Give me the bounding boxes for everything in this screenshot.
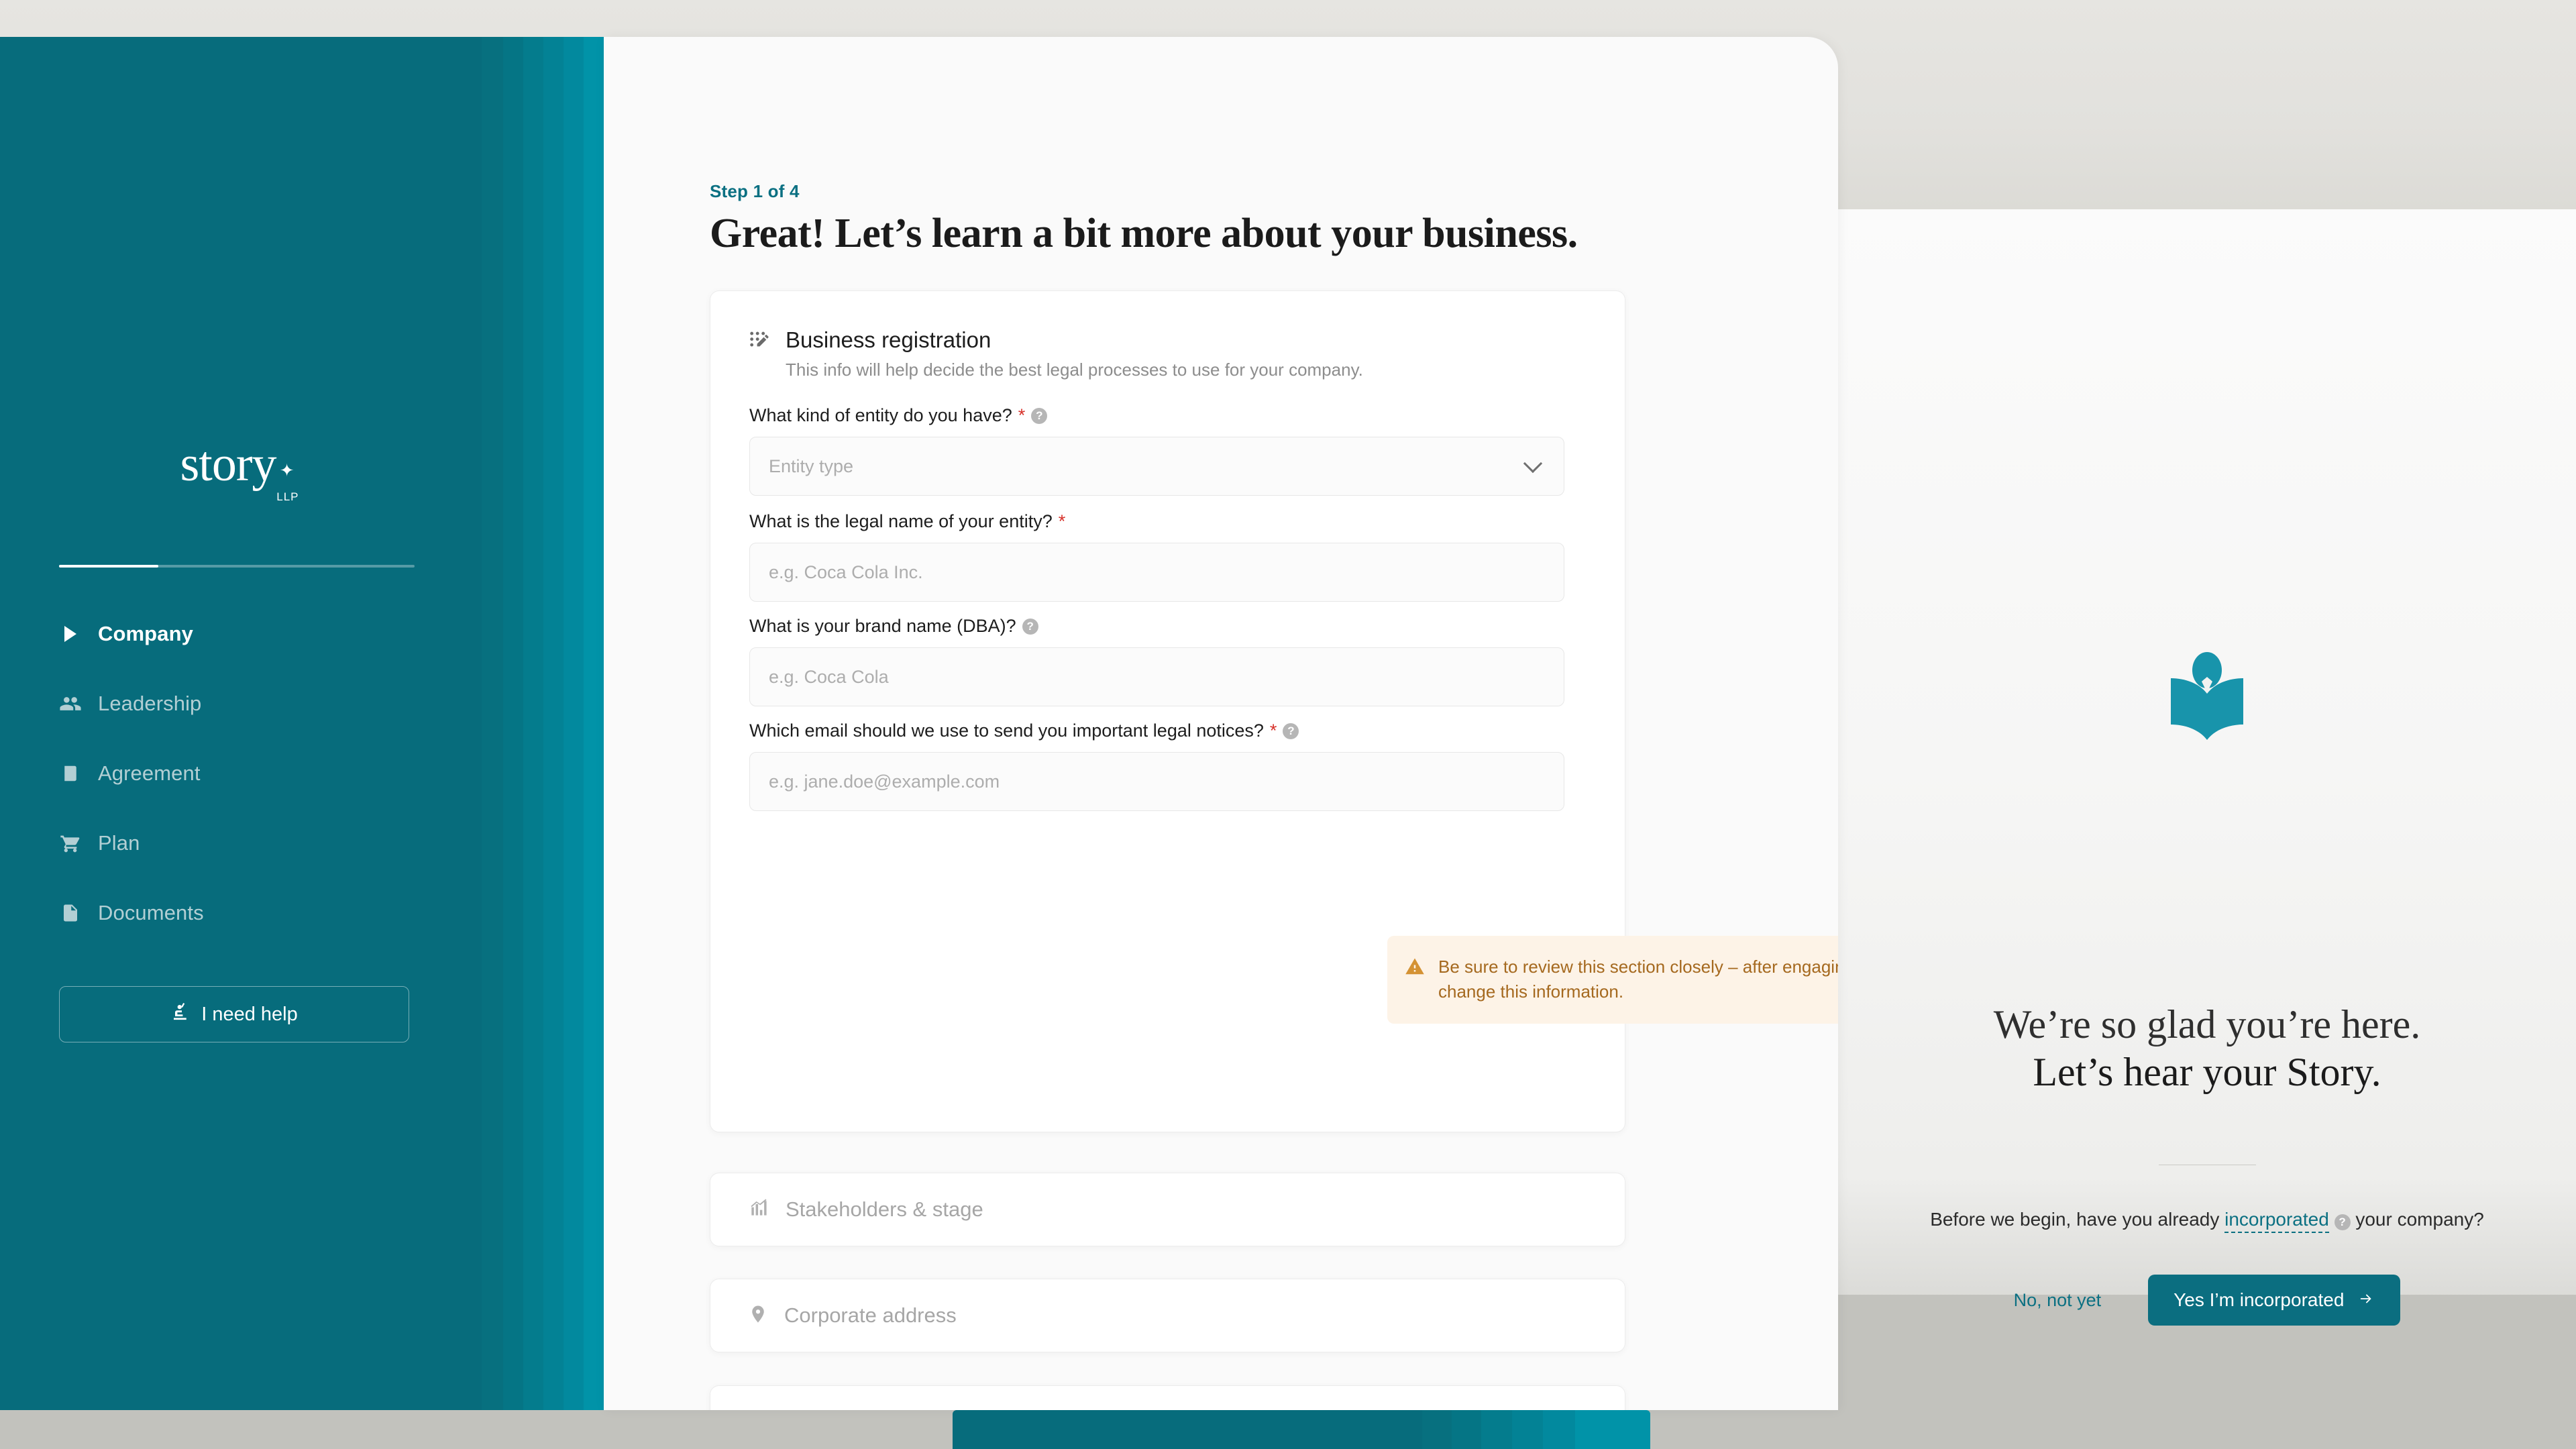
question-mark-icon[interactable]: ? (2334, 1214, 2351, 1230)
field-label-text: What is your brand name (DBA)? (749, 616, 1016, 636)
next-step-peek-bar (953, 1410, 1650, 1449)
sidebar-item-company[interactable]: Company (59, 614, 421, 654)
sidebar-item-label: Leadership (98, 692, 202, 715)
sidebar-item-label: Agreement (98, 761, 201, 785)
document-lines-icon (59, 762, 82, 785)
chevron-down-icon (1523, 453, 1543, 474)
field-label: Which email should we use to send you im… (749, 720, 1588, 741)
question-mark-icon[interactable]: ? (1031, 407, 1048, 424)
sidebar-item-leadership[interactable]: Leadership (59, 684, 421, 724)
main-panel: Step 1 of 4 Great! Let’s learn a bit mor… (604, 37, 1838, 1410)
hero-panel: We’re so glad you’re here. Let’s hear yo… (1838, 209, 2576, 1449)
shopping-cart-icon (59, 832, 82, 855)
legal-warning-alert: Be sure to review this section closely –… (1387, 936, 1838, 1024)
field-label: What kind of entity do you have? * ? (749, 405, 1588, 426)
sparkle-icon: ✦ (279, 461, 294, 480)
yes-incorporated-button[interactable]: Yes I’m incorporated (2148, 1275, 2401, 1326)
sidebar-item-label: Documents (98, 901, 204, 924)
sidebar-item-label: Company (98, 622, 193, 645)
onboarding-progress-bar (59, 565, 415, 568)
entity-type-select[interactable]: Entity type (749, 437, 1564, 496)
hero-question-suffix: your company? (2350, 1209, 2484, 1230)
warning-triangle-icon (1405, 955, 1425, 1005)
section-corporate-address[interactable]: Corporate address (710, 1279, 1625, 1352)
sidebar-item-agreement[interactable]: Agreement (59, 753, 421, 794)
email-placeholder: e.g. jane.doe@example.com (769, 771, 1000, 792)
hero-heading: We’re so glad you’re here. Let’s hear yo… (1838, 1001, 2576, 1096)
section-company-profile[interactable]: Company profile (710, 1385, 1625, 1410)
entity-type-placeholder: Entity type (769, 455, 854, 476)
question-mark-icon[interactable]: ? (1022, 618, 1038, 635)
raise-hand-icon (170, 1002, 191, 1027)
arrow-right-icon (2357, 1289, 2375, 1311)
app-root: story ✦ LLP Company Leadership Agreement… (0, 0, 2576, 1449)
yes-incorporated-label: Yes I’m incorporated (2174, 1289, 2345, 1310)
field-entity-type: What kind of entity do you have? * ? Ent… (749, 405, 1588, 496)
i-need-help-label: I need help (201, 1003, 298, 1025)
open-book-person-icon (1838, 652, 2576, 751)
question-mark-icon[interactable]: ? (1283, 722, 1299, 739)
card-title: Business registration (786, 327, 991, 352)
sidebar-item-documents[interactable]: Documents (59, 893, 421, 933)
section-label: Stakeholders & stage (786, 1197, 983, 1221)
field-label-text: What kind of entity do you have? (749, 405, 1012, 425)
field-label-text: What is the legal name of your entity? (749, 511, 1053, 531)
incorporated-link[interactable]: incorporated (2224, 1209, 2329, 1233)
hero-question: Before we begin, have you already incorp… (1808, 1209, 2576, 1233)
brand-logo: story ✦ LLP (0, 437, 456, 502)
map-pin-icon (748, 1304, 768, 1328)
chart-up-icon (748, 1197, 769, 1222)
sidebar-item-label: Plan (98, 831, 140, 855)
brand-wordmark: story (180, 437, 277, 492)
step-indicator: Step 1 of 4 (710, 181, 800, 201)
sidebar-gradient-stripes (456, 37, 604, 1410)
section-label: Corporate address (784, 1303, 957, 1327)
sidebar-nav: Company Leadership Agreement Plan Docume… (59, 614, 421, 963)
people-icon (59, 692, 82, 715)
field-label-text: Which email should we use to send you im… (749, 720, 1264, 741)
caret-right-icon (59, 623, 82, 645)
legal-name-input[interactable]: e.g. Coca Cola Inc. (749, 543, 1564, 602)
field-legal-name: What is the legal name of your entity? *… (749, 511, 1588, 602)
brand-name-placeholder: e.g. Coca Cola (769, 666, 889, 687)
field-legal-notice-email: Which email should we use to send you im… (749, 720, 1588, 811)
legal-name-placeholder: e.g. Coca Cola Inc. (769, 561, 923, 582)
legal-warning-text: Be sure to review this section closely –… (1438, 957, 1838, 1002)
page-title: Great! Let’s learn a bit more about your… (710, 211, 1578, 256)
field-label: What is the legal name of your entity? * (749, 511, 1588, 532)
email-input[interactable]: e.g. jane.doe@example.com (749, 752, 1564, 811)
card-subtitle: This info will help decide the best lega… (786, 360, 1363, 380)
brand-name-input[interactable]: e.g. Coca Cola (749, 647, 1564, 706)
brand-suffix: LLP (276, 490, 299, 503)
hero-question-prefix: Before we begin, have you already (1930, 1209, 2225, 1230)
hero-heading-line-2: Let’s hear your Story. (2033, 1049, 2381, 1094)
sidebar-item-plan[interactable]: Plan (59, 823, 421, 863)
card-header: Business registration This info will hel… (748, 326, 1363, 380)
file-icon (59, 902, 82, 924)
hero-action-row: No, not yet Yes I’m incorporated (1838, 1275, 2576, 1326)
progress-bar-fill (59, 565, 159, 568)
hero-heading-line-1: We’re so glad you’re here. (1993, 1002, 2421, 1046)
field-brand-name: What is your brand name (DBA)? ? e.g. Co… (749, 616, 1588, 706)
sidebar: story ✦ LLP Company Leadership Agreement… (0, 37, 604, 1410)
not-yet-incorporated-button[interactable]: No, not yet (2014, 1290, 2102, 1311)
field-label: What is your brand name (DBA)? ? (749, 616, 1588, 637)
i-need-help-button[interactable]: I need help (59, 986, 409, 1042)
section-stakeholders-stage[interactable]: Stakeholders & stage (710, 1173, 1625, 1246)
required-asterisk: * (1269, 720, 1277, 741)
required-asterisk: * (1058, 511, 1066, 531)
required-asterisk: * (1018, 405, 1026, 425)
dots-pencil-icon (748, 326, 771, 380)
